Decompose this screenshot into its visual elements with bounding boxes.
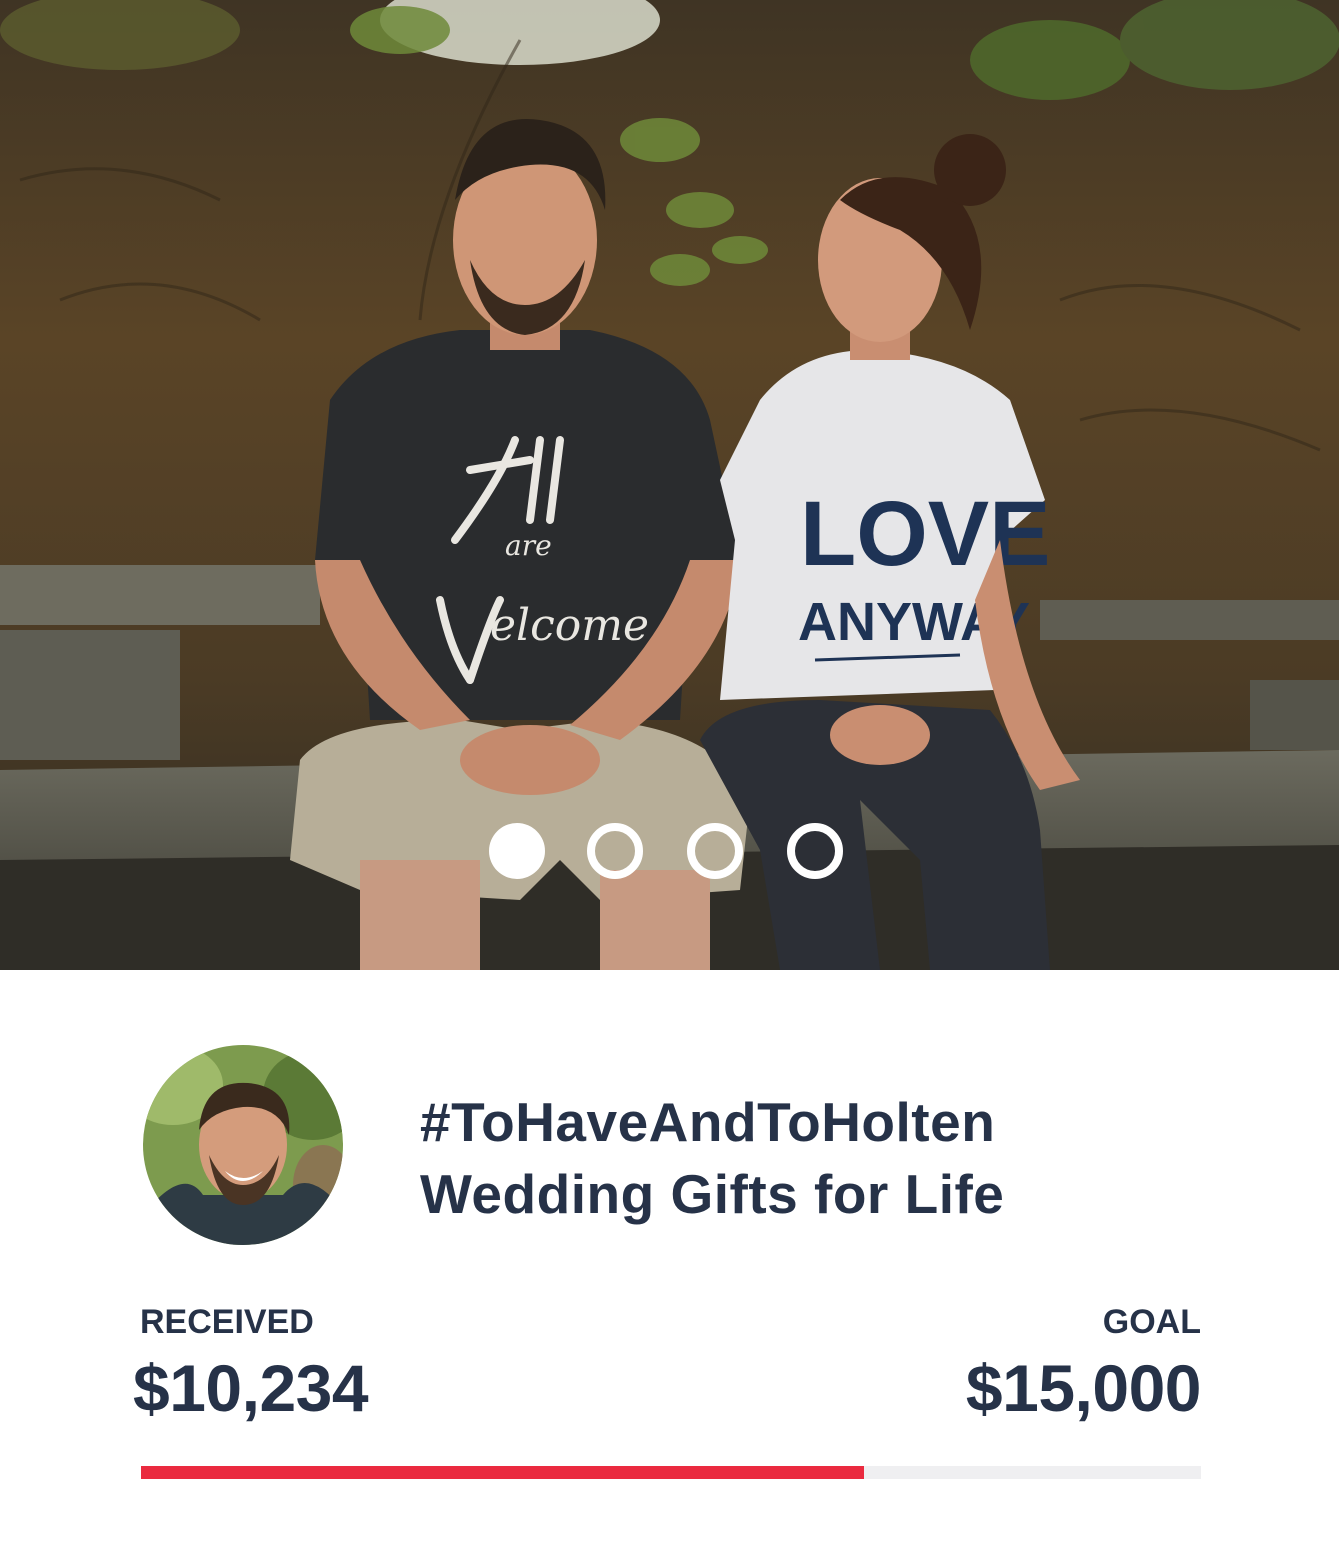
svg-text:are: are xyxy=(505,529,552,562)
fundraiser-subtitle: Wedding Gifts for Life xyxy=(420,1163,1005,1225)
goal-amount: $15,000 xyxy=(965,1351,1202,1425)
svg-text:elcome: elcome xyxy=(490,600,649,651)
progress-bar-fill xyxy=(141,1466,864,1479)
svg-text:LOVE: LOVE xyxy=(800,483,1050,585)
avatar xyxy=(143,1045,343,1245)
received-label: RECEIVED xyxy=(140,1303,314,1341)
carousel-dot-4[interactable] xyxy=(787,823,843,879)
carousel-dot-3[interactable] xyxy=(687,823,743,879)
avatar-photo xyxy=(143,1045,343,1245)
carousel-dot-2[interactable] xyxy=(587,823,643,879)
carousel-indicator xyxy=(487,823,857,893)
fundraiser-hashtag: #ToHaveAndToHolten xyxy=(420,1091,996,1153)
fundraiser-title: #ToHaveAndToHolten Wedding Gifts for Lif… xyxy=(420,1086,1300,1230)
received-amount: $10,234 xyxy=(133,1351,369,1425)
goal-label: GOAL xyxy=(1102,1303,1201,1341)
hero-photo: elcome are LOVE ANYWAY xyxy=(0,0,1339,970)
carousel-dot-1[interactable] xyxy=(489,823,545,879)
progress-bar xyxy=(141,1466,1201,1479)
